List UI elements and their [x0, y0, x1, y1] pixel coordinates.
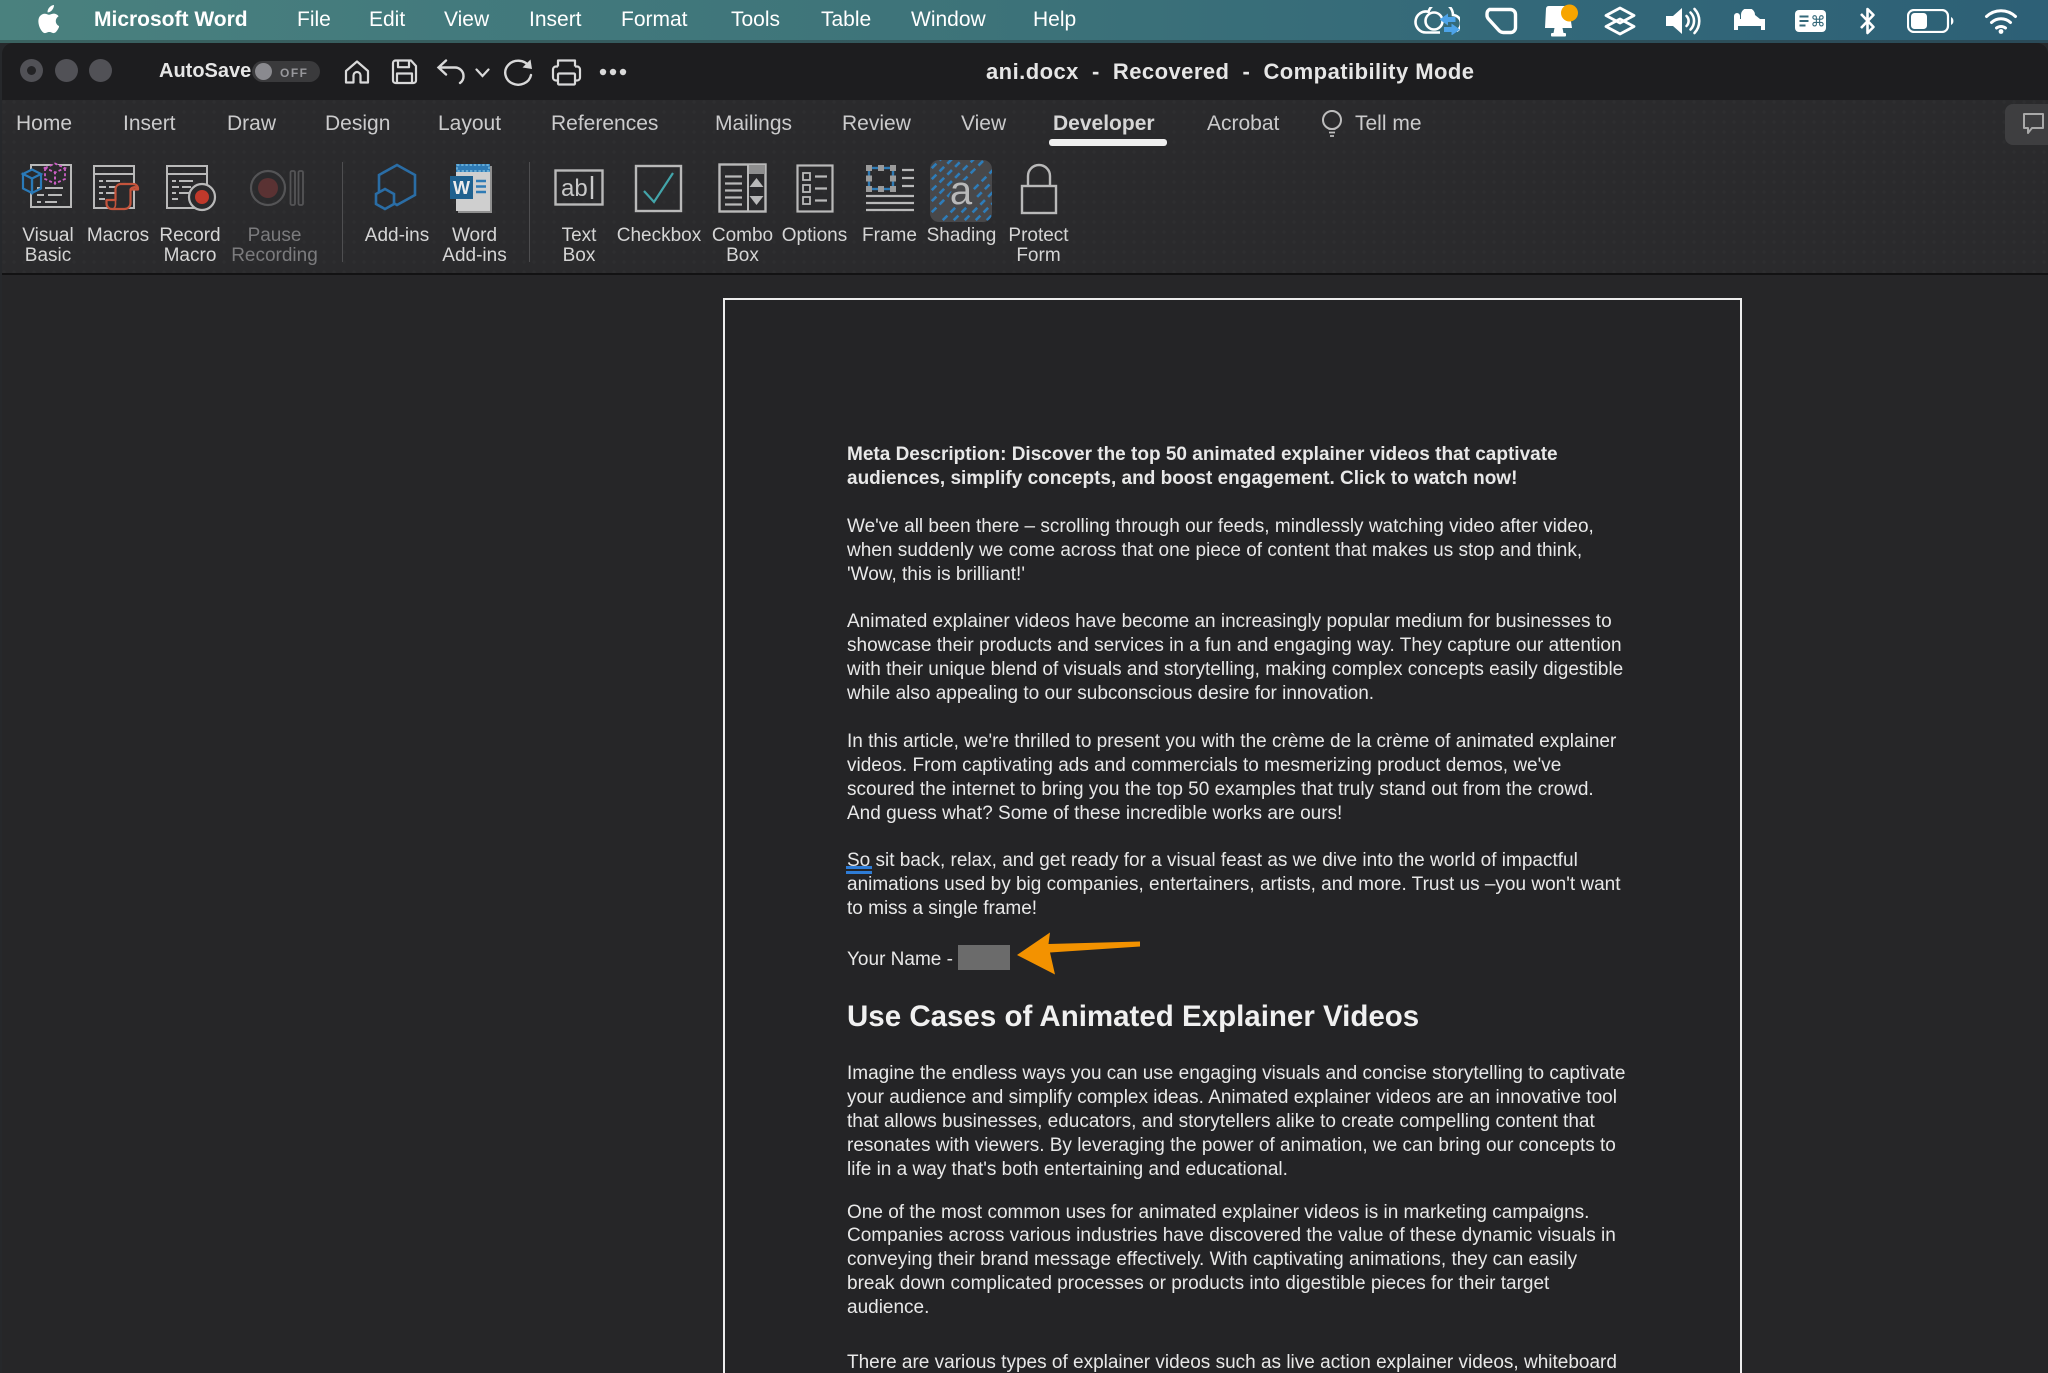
- svg-text:a: a: [950, 169, 973, 213]
- svg-text:W: W: [453, 178, 470, 198]
- svg-text:⌘: ⌘: [1811, 14, 1826, 31]
- svg-text:ab: ab: [561, 175, 588, 202]
